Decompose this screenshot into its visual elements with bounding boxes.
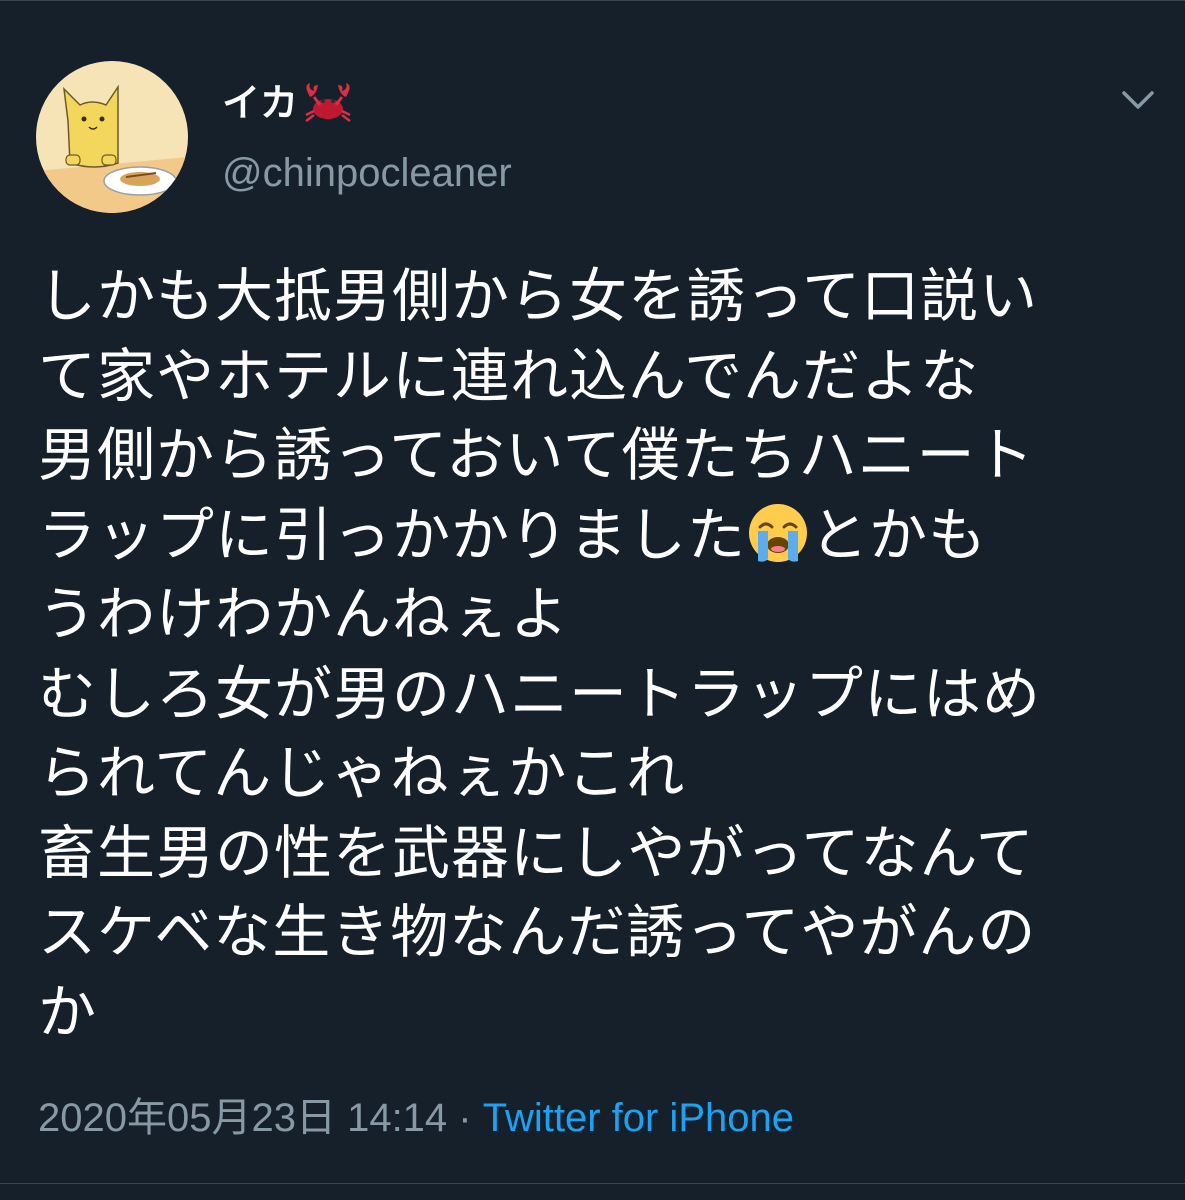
- chevron-down-icon[interactable]: [1118, 85, 1158, 115]
- tweet-text-line: うわけわかんねぇよ: [38, 580, 570, 648]
- tweet-text-segment: ラップに引っかかりました: [38, 500, 747, 569]
- tweet-text-line: か: [38, 977, 98, 1046]
- tweet-text-line: しかも大抵男側から女を誘って口説い: [38, 262, 1039, 330]
- user-handle[interactable]: @chinpocleaner: [222, 143, 512, 203]
- meta-separator: ·: [447, 1096, 483, 1140]
- display-name-text: イカ: [222, 81, 299, 125]
- tweet-text-line: て家やホテルに連れ込んでんだよな: [38, 341, 980, 410]
- tweet-text-line: られてんじゃねぇかこれ: [38, 739, 686, 807]
- tweet-timestamp[interactable]: 2020年05月23日 14:14: [38, 1096, 447, 1140]
- divider: [0, 1183, 1185, 1184]
- tweet-text-line: 畜生男の性を武器にしやがってなんて: [38, 818, 1035, 887]
- display-name[interactable]: イカ: [222, 73, 354, 133]
- tweet-text-line: スケベな生き物なんだ誘ってやがんの: [38, 898, 1037, 966]
- tweet-text-line-with-emoji: ラップに引っかかりました とかも: [38, 496, 1158, 576]
- tweet-text-line: むしろ女が男のハニートラップにはめ: [38, 659, 1042, 728]
- crab-emoji: [305, 83, 351, 122]
- tweet-source-link[interactable]: Twitter for iPhone: [483, 1096, 794, 1140]
- loudly-crying-face-emoji: [749, 503, 808, 562]
- tweet-card: イカ @chinpocleaner しかも大抵男側から女を誘って口説い て家やホ…: [0, 0, 1185, 1200]
- tweet-meta: 2020年05月23日 14:14 · Twitter for iPhone: [38, 1091, 794, 1145]
- avatar[interactable]: [36, 61, 188, 213]
- tweet-text-segment: とかも: [810, 500, 988, 569]
- tweet-text-line: 男側から誘っておいて僕たちハニート: [38, 421, 1035, 489]
- avatar-image: [36, 61, 188, 213]
- tweet-text: しかも大抵男側から女を誘って口説い て家やホテルに連れ込んでんだよな 男側から誘…: [38, 257, 1158, 1052]
